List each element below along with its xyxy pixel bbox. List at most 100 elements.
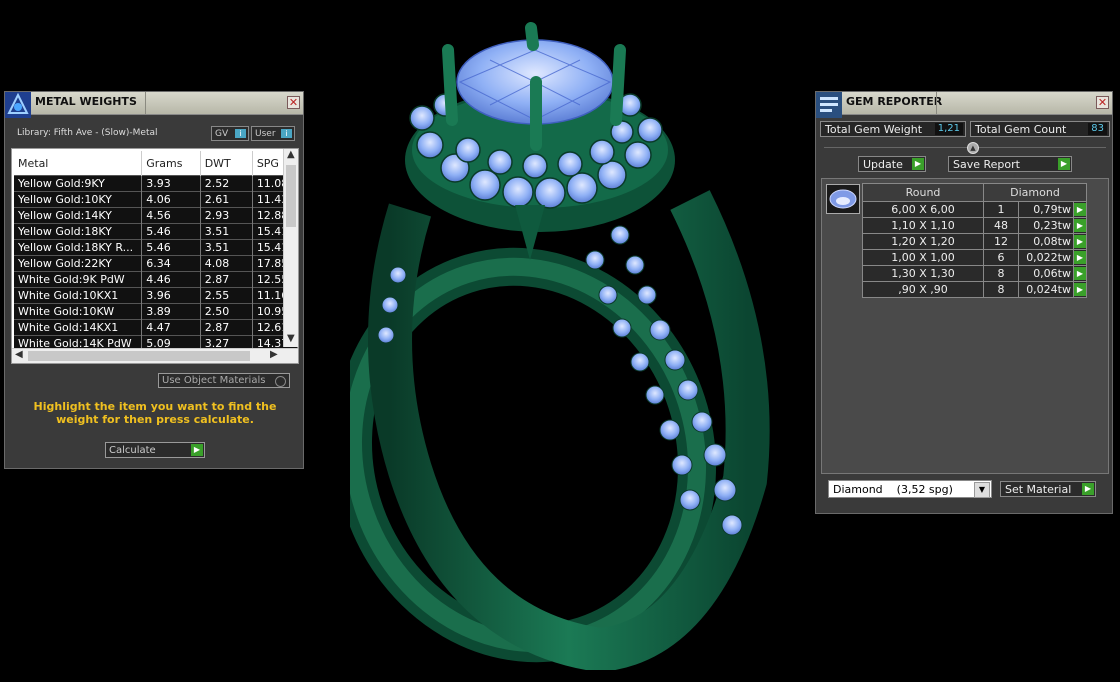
gem-row-go[interactable]: ▶: [1073, 249, 1087, 266]
col-header-metal[interactable]: Metal: [14, 151, 143, 176]
table-row[interactable]: Yellow Gold:10KY 4.06 2.61 11.43: [14, 191, 298, 208]
play-icon[interactable]: ▶: [912, 158, 924, 170]
gem-row[interactable]: ,90 X ,90 8 0,024tw ▶: [862, 281, 1087, 298]
gem-row-go[interactable]: ▶: [1073, 281, 1087, 298]
play-icon[interactable]: ▶: [1074, 283, 1086, 296]
table-cell: 2.50: [200, 303, 253, 320]
gem-row[interactable]: 1,30 X 1,30 8 0,06tw ▶: [862, 265, 1087, 282]
update-button[interactable]: Update ▶: [858, 156, 926, 172]
scroll-left-icon[interactable]: ◀: [15, 349, 23, 360]
gem-cell: 0,024tw: [1018, 281, 1074, 298]
info-icon[interactable]: i: [281, 129, 292, 138]
table-row[interactable]: White Gold:9K PdW 4.46 2.87 12.55: [14, 271, 298, 288]
table-cell: 2.87: [200, 319, 253, 336]
table-cell: 2.52: [200, 175, 253, 192]
play-icon[interactable]: ▶: [1074, 235, 1086, 248]
col-header-grams[interactable]: Grams: [141, 151, 201, 176]
gem-row[interactable]: 1,00 X 1,00 6 0,022tw ▶: [862, 249, 1087, 266]
gem-reporter-logo-icon: [816, 92, 842, 118]
calculate-label: Calculate: [109, 445, 156, 456]
save-report-button[interactable]: Save Report ▶: [948, 156, 1072, 172]
close-icon[interactable]: ✕: [287, 96, 300, 109]
table-row[interactable]: Yellow Gold:18KY 5.46 3.51 15.41: [14, 223, 298, 240]
table-cell: White Gold:10KW: [14, 303, 143, 320]
gem-reporter-titlebar[interactable]: GEM REPORTER ✕: [816, 92, 1112, 118]
gem-row[interactable]: 6,00 X 6,00 1 0,79tw ▶: [862, 201, 1087, 218]
play-icon[interactable]: ▶: [1074, 267, 1086, 280]
scroll-thumb[interactable]: [286, 165, 296, 227]
gem-row-go[interactable]: ▶: [1073, 201, 1087, 218]
table-cell: 2.93: [200, 207, 253, 224]
play-icon[interactable]: ▶: [1074, 251, 1086, 264]
table-row[interactable]: Yellow Gold:18KY R... 5.46 3.51 15.41: [14, 239, 298, 256]
gem-cell: 0,79tw: [1018, 201, 1074, 218]
table-cell: 4.06: [141, 191, 201, 208]
use-object-materials-label: Use Object Materials: [162, 375, 266, 386]
scroll-up-icon[interactable]: ▲: [287, 149, 295, 160]
user-toggle[interactable]: User i: [251, 126, 295, 141]
play-icon[interactable]: ▶: [1074, 203, 1086, 216]
table-row[interactable]: White Gold:14KX1 4.47 2.87 12.61: [14, 319, 298, 336]
table-cell: 3.96: [141, 287, 201, 304]
metal-weights-titlebar[interactable]: METAL WEIGHTS ✕: [5, 92, 303, 118]
gv-toggle[interactable]: GV i: [211, 126, 249, 141]
table-row[interactable]: Yellow Gold:9KY 3.93 2.52 11.08: [14, 175, 298, 192]
table-row[interactable]: Yellow Gold:14KY 4.56 2.93 12.88: [14, 207, 298, 224]
horizontal-scrollbar[interactable]: ◀ ▶: [12, 348, 298, 363]
gem-cell: 1,30 X 1,30: [862, 265, 984, 282]
gem-row-go[interactable]: ▶: [1073, 265, 1087, 282]
table-row[interactable]: White Gold:10KW 3.89 2.50 10.95: [14, 303, 298, 320]
chevron-down-icon[interactable]: ▼: [974, 482, 990, 498]
vertical-scrollbar[interactable]: ▲ ▼: [283, 149, 298, 347]
set-material-button[interactable]: Set Material ▶: [1000, 481, 1096, 497]
col-header-dwt[interactable]: DWT: [200, 151, 253, 176]
play-icon[interactable]: ▶: [191, 444, 203, 456]
use-object-materials-option[interactable]: Use Object Materials: [158, 373, 290, 388]
col-header-diamond[interactable]: Diamond: [983, 183, 1087, 202]
panel-slider[interactable]: ▲: [824, 142, 1106, 154]
metal-weights-logo-icon: [5, 92, 31, 118]
table-cell: Yellow Gold:14KY: [14, 207, 143, 224]
table-cell: Yellow Gold:18KY: [14, 223, 143, 240]
total-gem-weight-value: 1,21: [934, 123, 963, 135]
table-cell: 4.47: [141, 319, 201, 336]
gem-row[interactable]: 1,20 X 1,20 12 0,08tw ▶: [862, 233, 1087, 250]
gem-reporter-panel: GEM REPORTER ✕ Total Gem Weight 1,21 Tot…: [815, 91, 1113, 514]
table-cell: 2.87: [200, 271, 253, 288]
play-icon[interactable]: ▶: [1058, 158, 1070, 170]
table-cell: White Gold:14KX1: [14, 319, 143, 336]
col-header-round[interactable]: Round: [862, 183, 984, 202]
metal-weights-title: METAL WEIGHTS: [35, 95, 137, 108]
slider-knob-icon[interactable]: ▲: [967, 142, 979, 154]
gem-cell: 48: [983, 217, 1019, 234]
table-row[interactable]: Yellow Gold:22KY 6.34 4.08 17.85: [14, 255, 298, 272]
library-label: Library: Fifth Ave - (Slow)-Metal: [17, 128, 158, 138]
play-icon[interactable]: ▶: [1082, 483, 1094, 495]
material-select[interactable]: Diamond (3,52 spg) ▼: [828, 480, 992, 498]
gem-cell: 1: [983, 201, 1019, 218]
table-cell: 4.56: [141, 207, 201, 224]
gem-cell: 6,00 X 6,00: [862, 201, 984, 218]
titlebar-separator: [936, 92, 937, 114]
scroll-thumb[interactable]: [28, 351, 250, 361]
scroll-down-icon[interactable]: ▼: [287, 333, 295, 344]
table-cell: Yellow Gold:9KY: [14, 175, 143, 192]
gem-cell: 1,10 X 1,10: [862, 217, 984, 234]
gem-row[interactable]: 1,10 X 1,10 48 0,23tw ▶: [862, 217, 1087, 234]
metal-weights-panel: METAL WEIGHTS ✕ Library: Fifth Ave - (Sl…: [4, 91, 304, 469]
close-icon[interactable]: ✕: [1096, 96, 1109, 109]
total-gem-count-label: Total Gem Count: [975, 123, 1067, 136]
table-cell: Yellow Gold:10KY: [14, 191, 143, 208]
ring-render[interactable]: [350, 10, 770, 670]
gem-thumbnail[interactable]: [826, 184, 860, 214]
calculate-button[interactable]: Calculate ▶: [105, 442, 205, 458]
info-icon[interactable]: i: [235, 129, 246, 138]
gem-row-go[interactable]: ▶: [1073, 217, 1087, 234]
gem-row-go[interactable]: ▶: [1073, 233, 1087, 250]
total-gem-weight: Total Gem Weight 1,21: [820, 121, 966, 137]
scroll-right-icon[interactable]: ▶: [270, 349, 278, 360]
play-icon[interactable]: ▶: [1074, 219, 1086, 232]
user-label: User: [255, 129, 276, 139]
radio-icon[interactable]: [275, 376, 286, 387]
table-row[interactable]: White Gold:10KX1 3.96 2.55 11.16: [14, 287, 298, 304]
